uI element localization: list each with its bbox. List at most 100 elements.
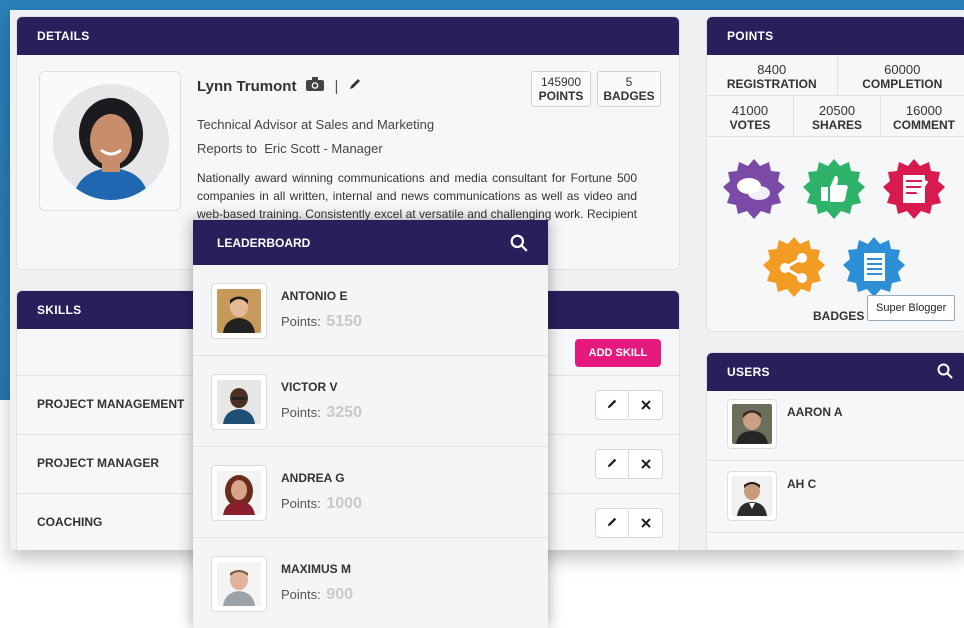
leaderboard-entry[interactable]: MAXIMUS M Points: 900 (193, 538, 548, 628)
badge-tooltip: Super Blogger (867, 295, 956, 321)
survey-badge-icon[interactable] (881, 157, 947, 223)
leaderboard-header: LEADERBOARD (193, 220, 548, 265)
skill-actions (595, 508, 663, 538)
skill-actions (595, 390, 663, 420)
points-value: 1000 (326, 495, 362, 512)
blogger-badge-icon[interactable] (841, 235, 907, 301)
points-label: Points: (281, 587, 321, 602)
skill-name: PROJECT MANAGEMENT (37, 397, 185, 411)
points-row-secondary: 41000 VOTES 20500 SHARES 16000 COMMENT (707, 96, 964, 137)
profile-at: at (301, 117, 312, 132)
leaderboard-avatar (211, 465, 267, 521)
leaderboard-avatar (211, 374, 267, 430)
leaderboard-name: ANTONIO E (281, 289, 348, 303)
thumbs-up-badge-icon[interactable] (801, 157, 867, 223)
profile-reports: Reports to Eric Scott - Manager (197, 141, 383, 156)
user-avatar (727, 471, 777, 521)
points-stat-value: 145900 (540, 75, 582, 89)
comment-value: 16000 (905, 103, 943, 118)
leaderboard-avatar (211, 556, 267, 612)
leaderboard-panel: LEADERBOARD ANTONIO E Points: 5150 VICTO… (193, 220, 548, 628)
search-icon[interactable] (510, 234, 528, 255)
users-panel: USERS AARON A AH C (706, 352, 964, 550)
votes-value: 41000 (731, 103, 769, 118)
points-value: 900 (326, 586, 354, 603)
pencil-icon (606, 397, 618, 413)
edit-skill-button[interactable] (595, 508, 629, 538)
registration-cell: 8400 REGISTRATION (707, 55, 838, 95)
leaderboard-entry[interactable]: ANTONIO E Points: 5150 (193, 265, 548, 356)
pencil-icon (606, 456, 618, 472)
reports-label: Reports to (197, 141, 257, 156)
profile-name: Lynn Trumont (197, 78, 297, 95)
add-skill-button[interactable]: ADD SKILL (575, 339, 661, 367)
delete-skill-button[interactable] (629, 508, 663, 538)
avatar (53, 84, 169, 200)
users-header-title: USERS (727, 365, 770, 379)
close-icon (640, 397, 651, 413)
edit-skill-button[interactable] (595, 390, 629, 420)
points-header: POINTS (707, 17, 964, 55)
user-name: AH C (787, 477, 817, 491)
pencil-icon (606, 515, 618, 531)
points-row-primary: 8400 REGISTRATION 60000 COMPLETION (707, 55, 964, 96)
votes-label: VOTES (729, 118, 771, 132)
profile-department: Sales and Marketing (315, 117, 435, 132)
shares-label: SHARES (811, 118, 862, 132)
close-icon (640, 515, 651, 531)
search-icon[interactable] (937, 363, 953, 382)
points-stat-box: 145900 POINTS (531, 71, 591, 107)
details-header: DETAILS (17, 17, 679, 55)
badges-label: BADGES (813, 309, 865, 323)
user-name: AARON A (787, 405, 843, 419)
leaderboard-title: LEADERBOARD (217, 235, 311, 250)
points-panel: POINTS 8400 REGISTRATION 60000 COMPLETIO… (706, 16, 964, 332)
leaderboard-name: MAXIMUS M (281, 562, 351, 576)
votes-cell: 41000 VOTES (707, 96, 794, 136)
camera-icon[interactable] (306, 77, 325, 96)
leaderboard-points: Points: 5150 (281, 313, 362, 331)
name-separator: | (334, 78, 339, 95)
edit-skill-button[interactable] (595, 449, 629, 479)
users-header: USERS (707, 353, 964, 391)
registration-value: 8400 (757, 62, 787, 77)
completion-label: COMPLETION (862, 77, 943, 91)
leaderboard-entry[interactable]: VICTOR V Points: 3250 (193, 356, 548, 447)
completion-cell: 60000 COMPLETION (838, 55, 964, 95)
user-avatar (727, 399, 777, 449)
points-value: 5150 (326, 313, 362, 330)
badges-stat-box: 5 BADGES (597, 71, 661, 107)
skill-name: COACHING (37, 515, 103, 529)
share-badge-icon[interactable] (761, 235, 827, 301)
profile-role: Technical Advisor (197, 117, 298, 132)
leaderboard-points: Points: 1000 (281, 495, 362, 513)
close-icon (640, 456, 651, 472)
comment-badge-icon[interactable] (721, 157, 787, 223)
user-row[interactable]: AARON A (707, 391, 964, 461)
leaderboard-name: VICTOR V (281, 380, 338, 394)
points-stat-label: POINTS (538, 89, 584, 103)
shares-cell: 20500 SHARES (794, 96, 881, 136)
comment-cell: 16000 COMMENT (881, 96, 964, 136)
edit-pencil-icon[interactable] (348, 77, 362, 96)
completion-value: 60000 (884, 62, 921, 77)
user-row[interactable]: AH C (707, 463, 964, 533)
skill-name: PROJECT MANAGER (37, 456, 160, 470)
leaderboard-name: ANDREA G (281, 471, 345, 485)
leaderboard-avatar (211, 283, 267, 339)
leaderboard-points: Points: 900 (281, 586, 353, 604)
points-label: Points: (281, 496, 321, 511)
points-value: 3250 (326, 404, 362, 421)
profile-title: Technical Advisor at Sales and Marketing (197, 117, 434, 132)
shares-value: 20500 (818, 103, 856, 118)
delete-skill-button[interactable] (629, 390, 663, 420)
points-label: Points: (281, 314, 321, 329)
badges-stat-label: BADGES (603, 89, 655, 103)
leaderboard-entry[interactable]: ANDREA G Points: 1000 (193, 447, 548, 538)
profile-avatar-frame (39, 71, 181, 211)
skill-actions (595, 449, 663, 479)
profile-name-row: Lynn Trumont | (197, 77, 362, 96)
reports-value: Eric Scott - Manager (264, 141, 383, 156)
registration-label: REGISTRATION (726, 77, 817, 91)
delete-skill-button[interactable] (629, 449, 663, 479)
